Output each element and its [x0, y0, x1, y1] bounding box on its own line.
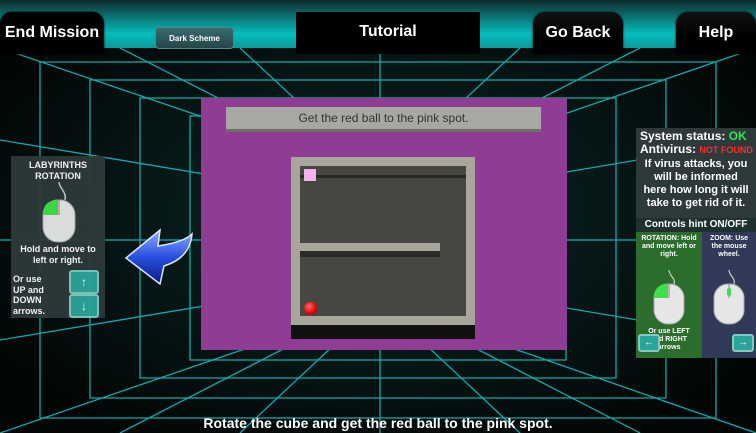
- cube-banner: Get the red ball to the pink spot.: [226, 107, 541, 132]
- rotate-left-arrow-icon[interactable]: [124, 228, 194, 286]
- virus-info-text: If virus attacks, you will be informed h…: [636, 158, 756, 210]
- antivirus-line: Antivirus: NOT FOUND: [640, 142, 753, 156]
- info-line: If virus attacks, you: [644, 158, 748, 170]
- info-line: will be informed: [654, 171, 738, 183]
- go-back-button[interactable]: Go Back: [533, 12, 623, 54]
- maze-shadow: [300, 251, 440, 257]
- maze-wall: [300, 243, 440, 251]
- zoom-hint-box: ZOOM: Use the mouse wheel. ← →: [638, 232, 756, 358]
- red-ball: [304, 302, 317, 315]
- maze-base: [291, 325, 475, 339]
- info-line: take to get rid of it.: [646, 197, 746, 209]
- status-panel: System status: OK Antivirus: NOT FOUND I…: [636, 128, 756, 358]
- hold-line: left or right.: [33, 255, 83, 265]
- panel-title: LABYRINTHS ROTATION: [11, 160, 105, 182]
- right-arrow-icon: →: [738, 337, 748, 348]
- right-arrow-key[interactable]: →: [732, 334, 754, 352]
- maze-floor: [300, 166, 466, 316]
- top-bar: End Mission Dark Scheme Tutorial Go Back…: [0, 0, 756, 54]
- rotation-line: and move left or: [641, 243, 697, 250]
- rotation-hint-text: ROTATION: Hold and move left or right.: [636, 235, 702, 259]
- hold-line: Hold and move to: [20, 244, 96, 254]
- help-button[interactable]: Help: [676, 12, 756, 54]
- system-status-line: System status: OK: [640, 129, 747, 143]
- tutorial-title: Tutorial: [296, 12, 480, 54]
- panel-title-line: LABYRINTHS: [29, 160, 87, 170]
- left-arrow-icon: ←: [644, 337, 654, 348]
- maze-shadow: [300, 175, 466, 178]
- rotation-line: ROTATION: Hold: [641, 235, 697, 242]
- up-arrow-icon: ↑: [81, 275, 87, 289]
- mouse-icon: [42, 182, 76, 243]
- or-use-line: DOWN: [13, 295, 42, 305]
- zoom-hint-text: ZOOM: Use the mouse wheel.: [702, 235, 756, 259]
- rotation-line: right.: [660, 251, 678, 258]
- info-line: here how long it will: [643, 184, 749, 196]
- mouse-left-click-icon: [653, 270, 685, 325]
- zoom-line: the mouse: [711, 243, 747, 250]
- or-use-line: Or use: [13, 274, 42, 284]
- pink-target-spot: [304, 169, 316, 181]
- up-arrow-key[interactable]: ↑: [69, 270, 99, 294]
- zoom-line: ZOOM: Use: [709, 235, 749, 242]
- hold-instruction: Hold and move to left or right.: [11, 244, 105, 266]
- system-status-value: OK: [728, 129, 747, 143]
- left-arrow-key[interactable]: ←: [638, 334, 660, 352]
- down-arrow-icon: ↓: [81, 299, 87, 313]
- or-use-line: arrows.: [13, 305, 46, 316]
- mouse-wheel-icon: [713, 270, 745, 325]
- or-use-text: Or use UP and DOWN arrows.: [13, 274, 67, 316]
- zoom-line: wheel.: [718, 251, 740, 258]
- antivirus-value: NOT FOUND: [699, 145, 753, 155]
- labyrinth-rotation-panel: LABYRINTHS ROTATION Hold and move to lef…: [11, 156, 105, 318]
- antivirus-label: Antivirus:: [640, 142, 697, 156]
- end-mission-button[interactable]: End Mission: [0, 12, 104, 54]
- instruction-message: Rotate the cube and get the red ball to …: [203, 415, 553, 431]
- down-arrow-key[interactable]: ↓: [69, 294, 99, 318]
- dark-scheme-button[interactable]: Dark Scheme: [155, 27, 234, 49]
- controls-hint-toggle[interactable]: Controls hint ON/OFF: [636, 218, 756, 232]
- system-status-box: System status: OK Antivirus: NOT FOUND I…: [636, 128, 756, 218]
- system-status-label: System status:: [640, 129, 726, 143]
- panel-title-line: ROTATION: [35, 171, 81, 181]
- or-use-line: UP and: [13, 284, 44, 295]
